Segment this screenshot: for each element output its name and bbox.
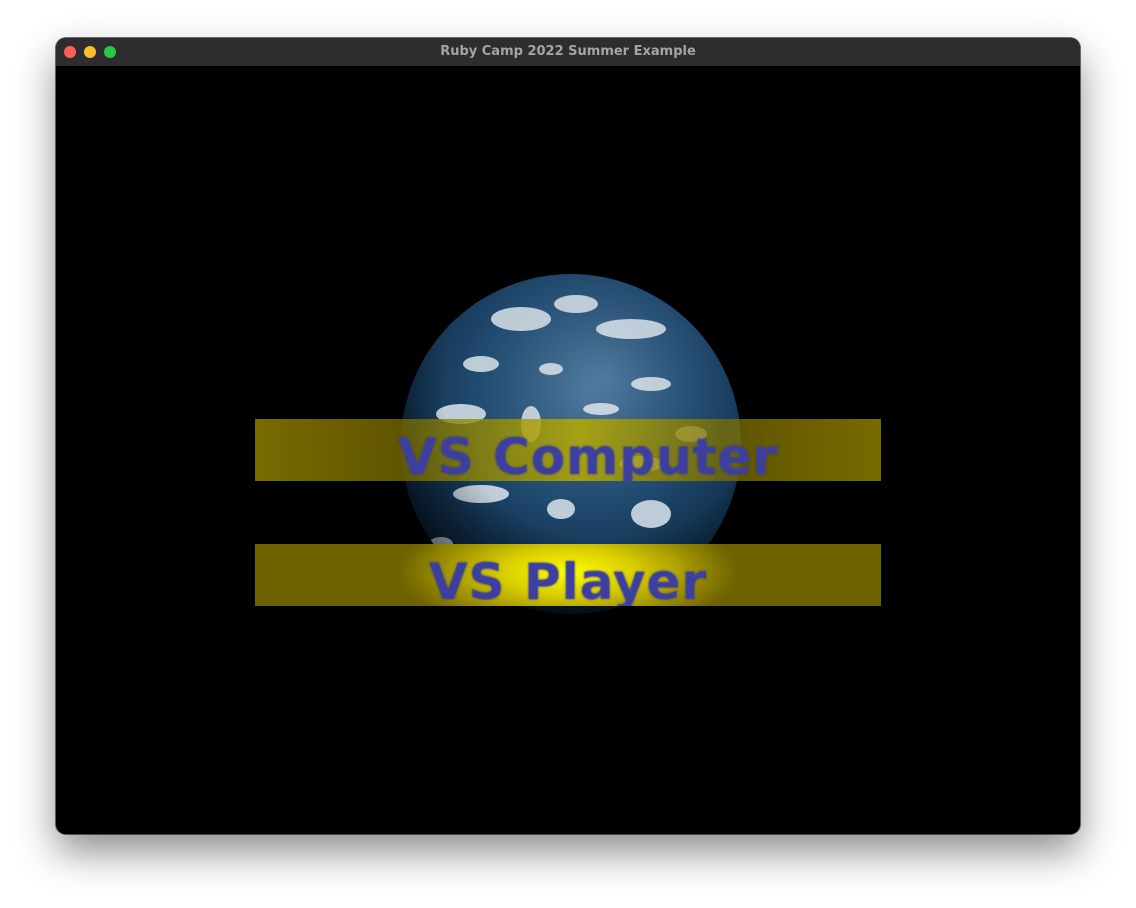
vs-computer-button[interactable]: VS Computer <box>255 419 881 481</box>
app-window: Ruby Camp 2022 Summer Example VS Compute… <box>56 38 1080 834</box>
game-canvas[interactable]: VS Computer VS Player <box>56 66 1080 834</box>
title-bar[interactable]: Ruby Camp 2022 Summer Example <box>56 38 1080 67</box>
window-title: Ruby Camp 2022 Summer Example <box>440 44 696 59</box>
vs-player-button[interactable]: VS Player <box>255 544 881 606</box>
vs-computer-label: VS Computer <box>397 428 779 481</box>
vs-player-label: VS Player <box>428 553 708 606</box>
